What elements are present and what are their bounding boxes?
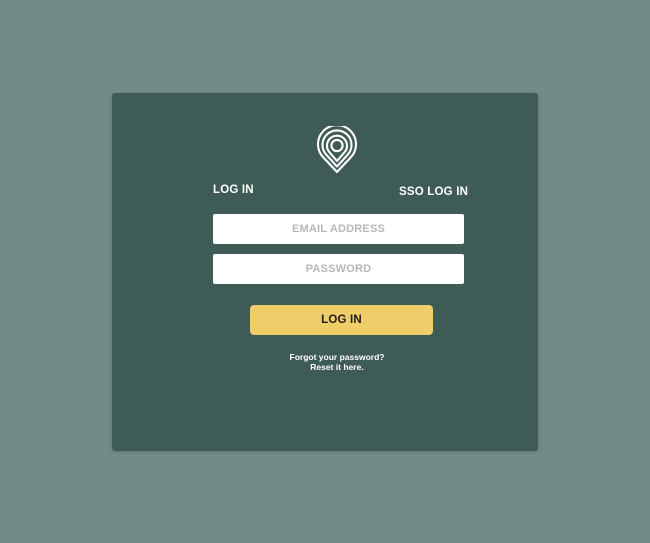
tab-sso-login[interactable]: SSO LOG IN bbox=[399, 186, 468, 198]
password-field[interactable] bbox=[213, 254, 464, 284]
login-button[interactable]: LOG IN bbox=[250, 305, 433, 335]
tab-login[interactable]: LOG IN bbox=[213, 184, 254, 196]
location-pin-icon bbox=[317, 126, 357, 174]
login-page: LOG IN SSO LOG IN LOG IN Forgot your pas… bbox=[0, 0, 650, 543]
login-card: LOG IN SSO LOG IN LOG IN Forgot your pas… bbox=[112, 93, 538, 451]
forgot-password-text: Forgot your password? bbox=[289, 352, 385, 362]
reset-password-link[interactable]: Reset it here. bbox=[310, 362, 363, 372]
forgot-password-block: Forgot your password? Reset it here. bbox=[237, 352, 437, 372]
email-field[interactable] bbox=[213, 214, 464, 244]
